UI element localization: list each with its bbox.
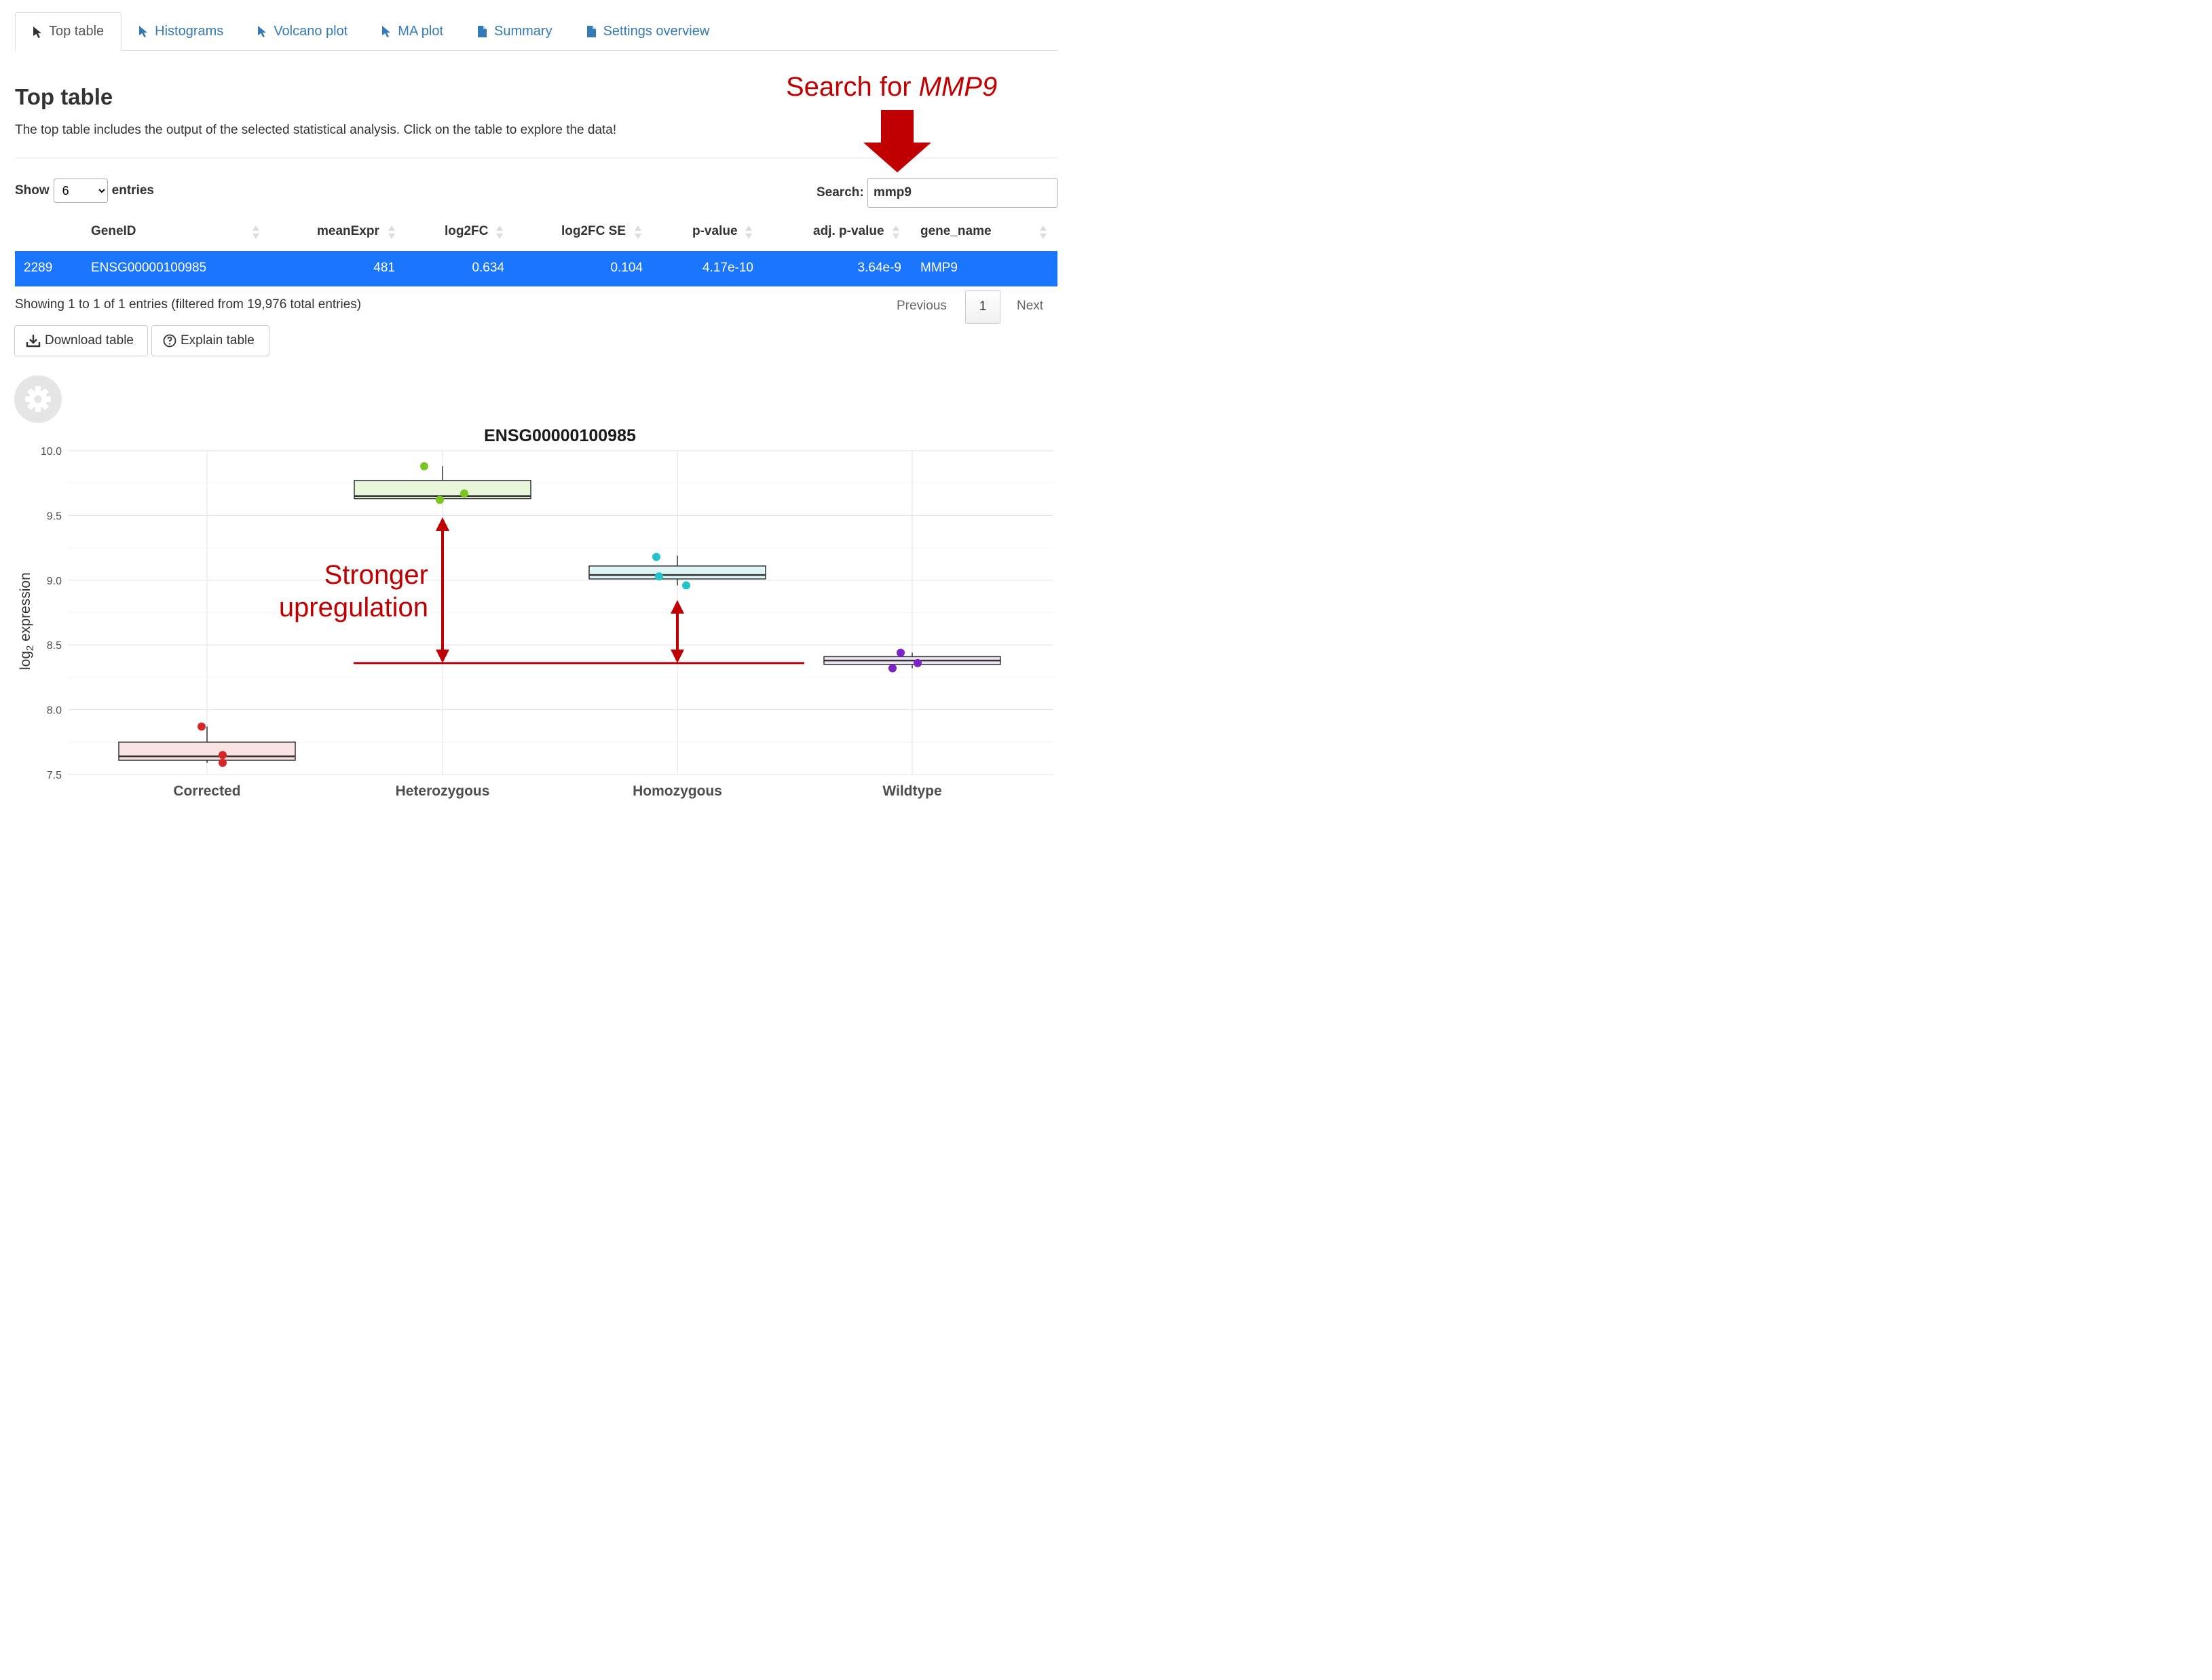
y-tick-label: 8.5: [47, 640, 62, 652]
data-point: [436, 496, 444, 504]
arrow-head: [436, 649, 449, 663]
data-point: [888, 664, 897, 673]
x-tick-label: Heterozygous: [396, 783, 490, 799]
arrow-head: [671, 600, 684, 614]
arrow-head: [436, 517, 449, 531]
data-point: [897, 648, 905, 657]
arrow-head: [671, 649, 684, 663]
y-tick-label: 9.5: [47, 510, 62, 522]
data-point: [460, 489, 468, 498]
boxplot-chart: Stronger upregulation 7.5 8.0 8.5 9.0 9.5 10.0…: [18, 426, 1053, 799]
data-point: [914, 658, 922, 667]
upregulation-annotation-line2: upregulation: [279, 593, 428, 622]
data-point: [198, 722, 206, 731]
plot-grid: [68, 450, 1053, 775]
x-tick-label: Homozygous: [633, 783, 722, 799]
plot-annotations: Stronger upregulation: [279, 517, 804, 665]
y-axis-label: log2 expression: [18, 572, 36, 670]
chart-title: ENSG00000100985: [484, 426, 636, 445]
upregulation-annotation-line1: Stronger: [324, 560, 428, 590]
data-point: [682, 581, 690, 590]
y-tick-label: 10.0: [41, 446, 62, 458]
data-point: [655, 572, 663, 581]
box: [118, 741, 296, 761]
x-tick-label: Corrected: [173, 783, 240, 799]
y-tick-label: 8.0: [47, 705, 62, 717]
y-tick-label: 7.5: [47, 770, 62, 781]
data-point: [420, 462, 428, 470]
box: [588, 565, 766, 580]
x-tick-label: Wildtype: [882, 783, 941, 799]
data-point: [652, 553, 660, 561]
data-point: [219, 751, 227, 760]
y-tick-label: 9.0: [47, 576, 62, 587]
plot-boxes: [118, 462, 1001, 767]
data-point: [219, 758, 227, 767]
